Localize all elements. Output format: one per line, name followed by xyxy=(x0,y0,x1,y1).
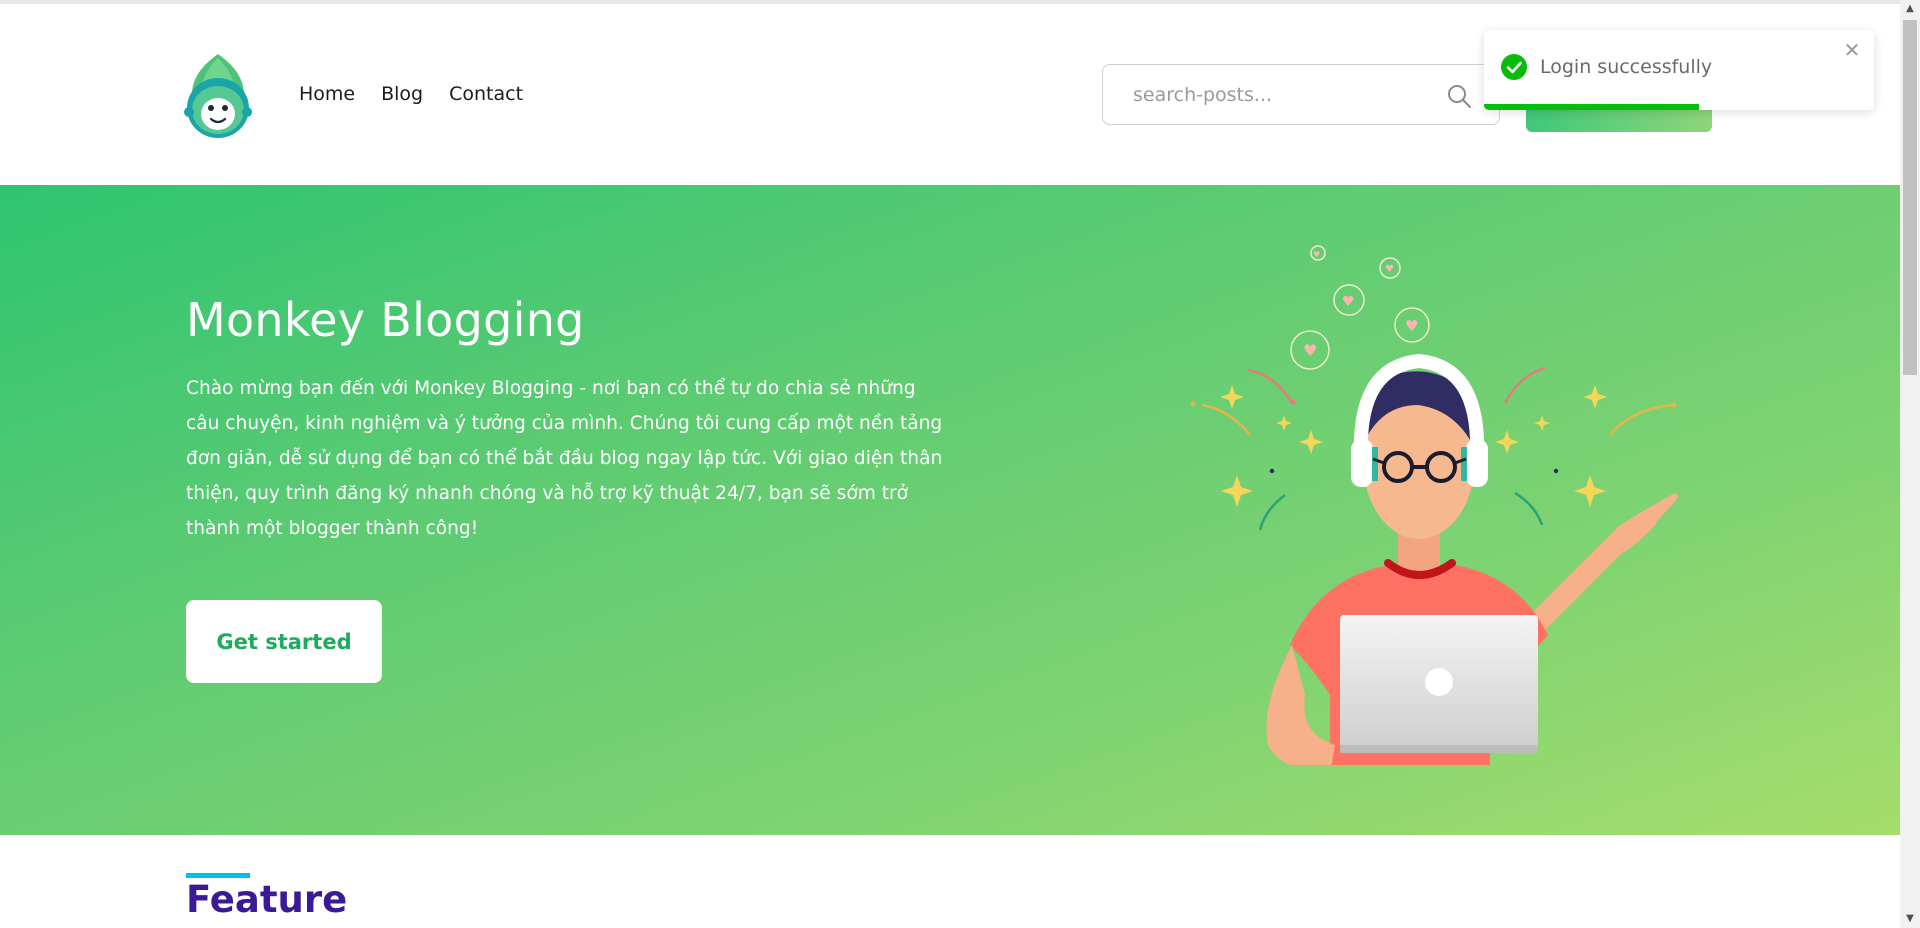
feature-heading: Feature xyxy=(186,878,348,921)
toast-progress-bar xyxy=(1484,104,1699,110)
hero-description: Chào mừng bạn đến với Monkey Blogging - … xyxy=(186,378,943,539)
scroll-up-arrow-icon[interactable]: ▲ xyxy=(1900,0,1920,18)
svg-text:♥: ♥ xyxy=(1303,341,1317,360)
toast-message: Login successfully xyxy=(1540,56,1713,78)
heart-bubbles-icon: ♥ ♥ ♥ ♥ ♥ xyxy=(1290,245,1430,370)
close-icon[interactable]: ✕ xyxy=(1840,38,1864,62)
hero-section: Monkey Blogging Chào mừng bạn đến với Mo… xyxy=(0,185,1900,835)
nav-blog-link[interactable]: Blog xyxy=(381,83,423,105)
blogger-illustration: ♥ ♥ ♥ ♥ ♥ xyxy=(1190,245,1678,765)
svg-text:♥: ♥ xyxy=(1385,264,1394,275)
check-circle-icon xyxy=(1501,54,1527,80)
scroll-thumb[interactable] xyxy=(1903,20,1917,375)
svg-text:♥: ♥ xyxy=(1313,250,1320,259)
get-started-button[interactable]: Get started xyxy=(186,600,382,683)
scroll-down-arrow-icon[interactable]: ▼ xyxy=(1900,910,1920,928)
page-scrollbar[interactable]: ▲ ▼ xyxy=(1900,0,1920,928)
search-icon[interactable] xyxy=(1446,83,1472,109)
login-success-toast[interactable]: Login successfully ✕ xyxy=(1484,30,1874,110)
hero-title: Monkey Blogging xyxy=(186,293,585,347)
toast-progress-track xyxy=(1484,104,1874,110)
svg-text:♥: ♥ xyxy=(1342,294,1355,310)
nav-home-link[interactable]: Home xyxy=(299,83,355,105)
search-box xyxy=(1102,64,1500,125)
svg-text:♥: ♥ xyxy=(1405,317,1418,335)
monkey-logo-icon[interactable] xyxy=(184,52,252,140)
search-input[interactable] xyxy=(1131,79,1431,111)
person-illustration xyxy=(1266,353,1678,765)
nav-contact-link[interactable]: Contact xyxy=(449,83,523,105)
main-nav: Home Blog Contact xyxy=(299,83,523,105)
